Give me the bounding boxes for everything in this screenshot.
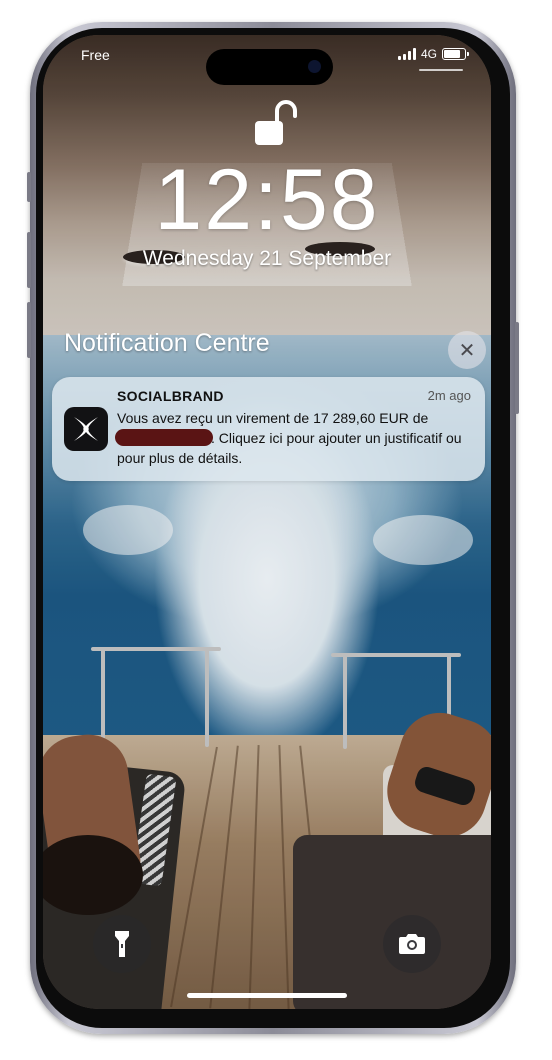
phone-frame: Free 4G 12:58 Wednesday 21 September Not… — [27, 22, 519, 1034]
lock-screen: Free 4G 12:58 Wednesday 21 September Not… — [43, 35, 491, 1009]
network-label: 4G — [420, 47, 437, 61]
socialbrand-app-icon — [64, 407, 108, 451]
battery-icon — [442, 48, 466, 60]
battery-tip-icon — [467, 52, 469, 56]
signal-bars-icon — [397, 48, 416, 60]
control-centre-indicator[interactable] — [419, 69, 463, 71]
camera-icon — [399, 934, 425, 954]
volume-down-button — [27, 302, 31, 358]
notification-centre-title: Notification Centre — [64, 329, 270, 357]
redacted-sender-name — [115, 429, 213, 446]
close-icon: ✕ — [458, 339, 476, 362]
flashlight-button[interactable] — [93, 915, 151, 973]
notification-message: Vous avez reçu un virement de 17 289,60 … — [115, 408, 477, 468]
lock-screen-time: 12:58 — [154, 152, 380, 248]
clear-notifications-button[interactable]: ✕ — [448, 331, 486, 369]
power-button — [515, 322, 519, 414]
dynamic-island — [206, 49, 333, 85]
home-indicator[interactable] — [187, 993, 347, 998]
side-button — [27, 172, 31, 202]
unlocked-padlock-icon — [255, 100, 297, 145]
front-camera-icon — [308, 60, 321, 73]
notification-card[interactable]: SOCIALBRAND 2m ago Vous avez reçu un vir… — [52, 377, 485, 481]
camera-button[interactable] — [383, 915, 441, 973]
flashlight-icon — [115, 931, 129, 957]
notification-message-part1: Vous avez reçu un virement de 17 289,60 … — [117, 410, 429, 426]
carrier-label: Free — [81, 47, 110, 63]
volume-up-button — [27, 232, 31, 288]
notification-timestamp: 2m ago — [427, 388, 471, 403]
notification-app-name: SOCIALBRAND — [117, 388, 224, 404]
status-indicators: 4G — [397, 47, 469, 61]
lock-screen-date: Wednesday 21 September — [142, 247, 392, 270]
